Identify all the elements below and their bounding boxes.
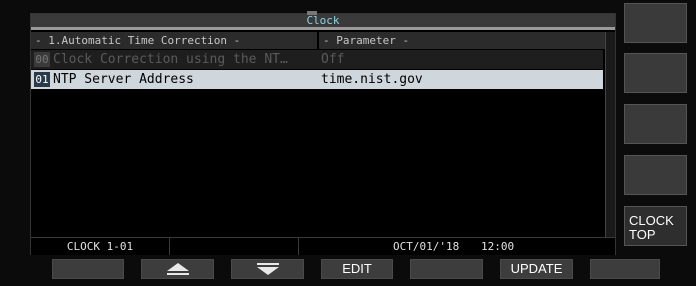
- status-time: 12:00: [481, 240, 515, 253]
- status-datetime: OCT/01/'18 12:00: [299, 238, 525, 255]
- clock-top-label-line1: CLOCK: [629, 213, 674, 228]
- function-key-5[interactable]: [410, 259, 483, 279]
- side-key-4[interactable]: [624, 155, 687, 195]
- menu-row-00[interactable]: 00 Clock Correction using the NT… Off: [31, 50, 603, 69]
- list-scrollbar[interactable]: [605, 32, 615, 237]
- clock-top-label-line2: TOP: [629, 227, 656, 242]
- side-key-1[interactable]: [624, 3, 687, 43]
- clock-top-button[interactable]: CLOCK TOP: [624, 206, 687, 246]
- window-title-text: Clock: [306, 14, 340, 27]
- row-item-name: Clock Correction using the NT…: [53, 52, 288, 67]
- title-tick-mark: [307, 11, 317, 15]
- window-title: Clock: [31, 11, 615, 27]
- column-header-item: - 1.Automatic Time Correction -: [31, 32, 317, 49]
- status-page: CLOCK 1-01: [31, 238, 170, 255]
- status-bar: CLOCK 1-01 OCT/01/'18 12:00: [31, 237, 615, 255]
- menu-row-01[interactable]: 01 NTP Server Address time.nist.gov: [31, 70, 603, 89]
- row-number: 00: [34, 52, 50, 67]
- scroll-down-button[interactable]: [231, 259, 304, 279]
- side-key-2[interactable]: [624, 53, 687, 93]
- row-parameter-value: Off: [321, 52, 345, 67]
- status-date: OCT/01/'18: [393, 240, 460, 253]
- function-key-1[interactable]: [52, 259, 124, 279]
- title-underline: [31, 27, 615, 30]
- down-arrow-icon: [256, 263, 279, 275]
- row-item-name: NTP Server Address: [53, 72, 194, 87]
- function-key-7[interactable]: [590, 259, 660, 279]
- row-number: 01: [34, 72, 50, 87]
- side-key-3[interactable]: [624, 104, 687, 144]
- edit-button[interactable]: EDIT: [321, 259, 393, 279]
- clock-menu-screen: Clock - 1.Automatic Time Correction - - …: [30, 11, 616, 255]
- column-header-parameter: - Parameter -: [319, 32, 605, 49]
- scroll-up-button[interactable]: [141, 259, 214, 279]
- update-button[interactable]: UPDATE: [500, 259, 573, 279]
- status-blank: [170, 238, 299, 255]
- row-parameter-value: time.nist.gov: [321, 72, 423, 87]
- up-arrow-icon: [166, 263, 189, 275]
